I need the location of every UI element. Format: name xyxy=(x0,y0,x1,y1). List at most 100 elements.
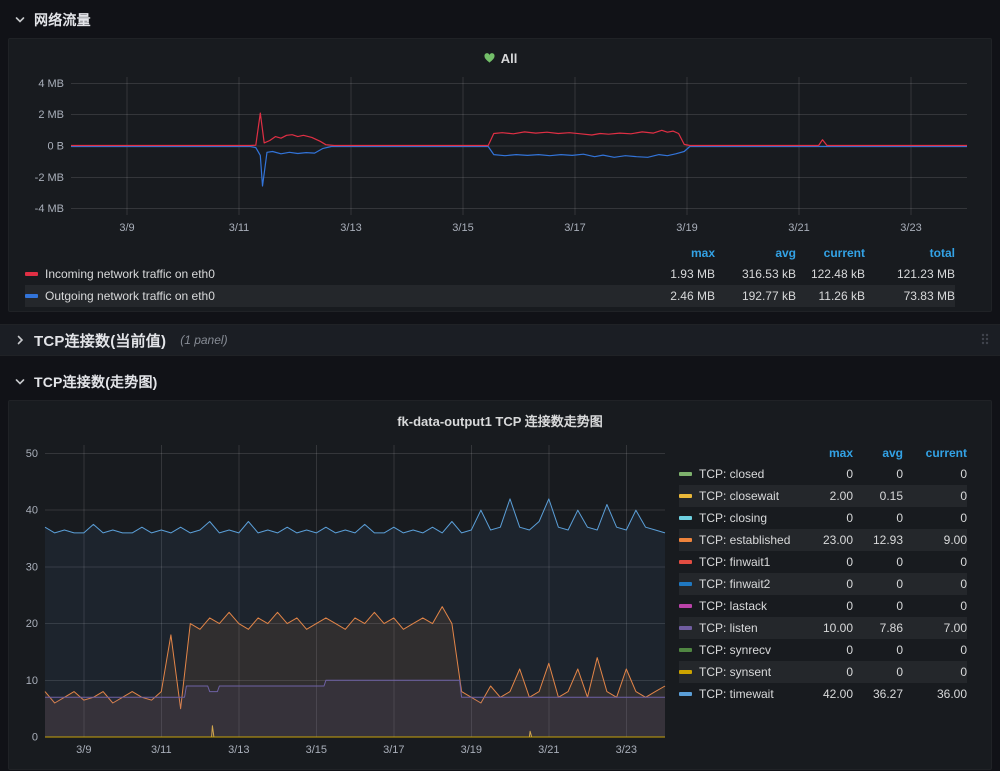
row-drag-handle-icon[interactable] xyxy=(980,332,990,348)
legend-row-tcp-synrecv[interactable]: TCP: synrecv000 xyxy=(679,639,967,661)
legend-row-tcp-listen[interactable]: TCP: listen 10.007.867.00 xyxy=(679,617,967,639)
series-label[interactable]: TCP: closed xyxy=(699,467,764,481)
svg-text:40: 40 xyxy=(26,505,38,517)
series-color-icon xyxy=(679,626,692,630)
series-label[interactable]: TCP: closing xyxy=(699,511,767,525)
panel-tcp-trend: fk-data-output1 TCP 连接数走势图 010203040503/… xyxy=(8,400,992,770)
network-legend-rows: Incoming network traffic on eth01.93 MB3… xyxy=(25,263,955,307)
legend-row-tcp-established[interactable]: TCP: established23.0012.939.00 xyxy=(679,529,967,551)
row-header-tcp-current[interactable]: TCP连接数(当前值) (1 panel) xyxy=(0,324,1000,356)
series-color-icon xyxy=(679,582,692,586)
series-color-icon xyxy=(679,670,692,674)
legend-value-current: 7.00 xyxy=(903,621,967,635)
green-heart-icon xyxy=(483,52,496,64)
series-color-icon xyxy=(679,648,692,652)
series-label[interactable]: Outgoing network traffic on eth0 xyxy=(45,289,215,303)
legend-value-current: 0 xyxy=(903,511,967,525)
legend-row-outgoing-network-traffic-on-eth0[interactable]: Outgoing network traffic on eth02.46 MB1… xyxy=(25,285,955,307)
series-label[interactable]: TCP: listen xyxy=(699,621,758,635)
chevron-down-icon xyxy=(14,14,26,26)
tcp-legend-rows: TCP: closed000TCP: closewait2.000.150TCP… xyxy=(679,463,967,705)
series-label[interactable]: TCP: synrecv xyxy=(699,643,771,657)
legend-value-avg: 0 xyxy=(853,577,903,591)
legend-row-tcp-finwait2[interactable]: TCP: finwait2000 xyxy=(679,573,967,595)
tcp-panel-title[interactable]: fk-data-output1 TCP 连接数走势图 xyxy=(9,401,991,431)
legend-value-avg: 0.15 xyxy=(853,489,903,503)
legend-value-max: 0 xyxy=(797,599,853,613)
legend-value-current: 0 xyxy=(903,577,967,591)
series-label[interactable]: Incoming network traffic on eth0 xyxy=(45,267,215,281)
legend-value-avg: 36.27 xyxy=(853,687,903,701)
legend-value-avg: 0 xyxy=(853,599,903,613)
svg-text:3/15: 3/15 xyxy=(306,744,327,756)
series-label[interactable]: TCP: finwait1 xyxy=(699,555,770,569)
svg-text:3/9: 3/9 xyxy=(76,744,91,756)
legend-value-max: 0 xyxy=(797,577,853,591)
legend-col-avg[interactable]: avg xyxy=(715,246,796,260)
legend-value-total: 121.23 MB xyxy=(865,267,955,281)
legend-value-max: 0 xyxy=(797,555,853,569)
legend-row-tcp-closewait[interactable]: TCP: closewait2.000.150 xyxy=(679,485,967,507)
legend-value-max: 42.00 xyxy=(797,687,853,701)
svg-text:3/17: 3/17 xyxy=(564,222,585,234)
legend-row-tcp-lastack[interactable]: TCP: lastack000 xyxy=(679,595,967,617)
row-header-network[interactable]: 网络流量 xyxy=(0,0,1000,38)
tcp-legend: max avg current TCP: closed000TCP: close… xyxy=(673,433,985,767)
legend-value-max: 0 xyxy=(797,467,853,481)
legend-row-tcp-finwait1[interactable]: TCP: finwait1000 xyxy=(679,551,967,573)
legend-value-max: 10.00 xyxy=(797,621,853,635)
svg-text:2 MB: 2 MB xyxy=(38,109,64,121)
tcp-connections-chart[interactable]: 010203040503/93/113/133/153/173/193/213/… xyxy=(13,433,673,767)
series-color-icon xyxy=(25,294,38,298)
svg-text:0: 0 xyxy=(32,732,38,744)
series-label[interactable]: TCP: synsent xyxy=(699,665,771,679)
svg-text:3/9: 3/9 xyxy=(119,222,134,234)
svg-text:3/23: 3/23 xyxy=(616,744,637,756)
svg-text:3/21: 3/21 xyxy=(788,222,809,234)
series-label[interactable]: TCP: established xyxy=(699,533,790,547)
legend-col-max[interactable]: max xyxy=(797,446,853,460)
legend-col-total[interactable]: total xyxy=(865,246,955,260)
legend-value-avg: 192.77 kB xyxy=(715,289,796,303)
series-label[interactable]: TCP: timewait xyxy=(699,687,774,701)
svg-text:3/23: 3/23 xyxy=(900,222,921,234)
legend-row-tcp-closing[interactable]: TCP: closing000 xyxy=(679,507,967,529)
svg-text:50: 50 xyxy=(26,448,38,460)
network-panel-title-text: All xyxy=(501,51,518,66)
legend-value-current: 0 xyxy=(903,489,967,503)
legend-value-avg: 0 xyxy=(853,665,903,679)
legend-col-avg[interactable]: avg xyxy=(853,446,903,460)
svg-text:10: 10 xyxy=(26,675,38,687)
series-color-icon xyxy=(25,272,38,276)
series-color-icon xyxy=(679,692,692,696)
chevron-down-icon xyxy=(14,376,26,388)
network-traffic-chart[interactable]: 4 MB2 MB0 B-2 MB-4 MB3/93/113/133/153/17… xyxy=(17,69,981,241)
legend-value-total: 73.83 MB xyxy=(865,289,955,303)
legend-value-avg: 7.86 xyxy=(853,621,903,635)
legend-row-tcp-timewait[interactable]: TCP: timewait 42.0036.2736.00 xyxy=(679,683,967,705)
legend-value-avg: 316.53 kB xyxy=(715,267,796,281)
legend-col-current[interactable]: current xyxy=(903,446,967,460)
legend-value-current: 36.00 xyxy=(903,687,967,701)
tcp-panel-body: 010203040503/93/113/133/153/173/193/213/… xyxy=(9,431,991,767)
legend-value-avg: 12.93 xyxy=(853,533,903,547)
network-panel-title[interactable]: All xyxy=(9,39,991,69)
legend-row-tcp-synsent[interactable]: TCP: synsent000 xyxy=(679,661,967,683)
panel-network-traffic: All 4 MB2 MB0 B-2 MB-4 MB3/93/113/133/15… xyxy=(8,38,992,312)
series-color-icon xyxy=(679,538,692,542)
series-color-icon xyxy=(679,494,692,498)
series-label[interactable]: TCP: closewait xyxy=(699,489,779,503)
legend-value-avg: 0 xyxy=(853,643,903,657)
series-label[interactable]: TCP: finwait2 xyxy=(699,577,770,591)
legend-row-tcp-closed[interactable]: TCP: closed000 xyxy=(679,463,967,485)
legend-col-max[interactable]: max xyxy=(625,246,715,260)
legend-col-current[interactable]: current xyxy=(796,246,865,260)
legend-row-incoming-network-traffic-on-eth0[interactable]: Incoming network traffic on eth01.93 MB3… xyxy=(25,263,955,285)
legend-value-max: 0 xyxy=(797,643,853,657)
svg-text:3/19: 3/19 xyxy=(676,222,697,234)
panel-count-label: (1 panel) xyxy=(180,333,227,347)
row-header-tcp-trend[interactable]: TCP连接数(走势图) xyxy=(0,356,1000,400)
legend-value-current: 9.00 xyxy=(903,533,967,547)
svg-text:3/19: 3/19 xyxy=(461,744,482,756)
series-label[interactable]: TCP: lastack xyxy=(699,599,767,613)
